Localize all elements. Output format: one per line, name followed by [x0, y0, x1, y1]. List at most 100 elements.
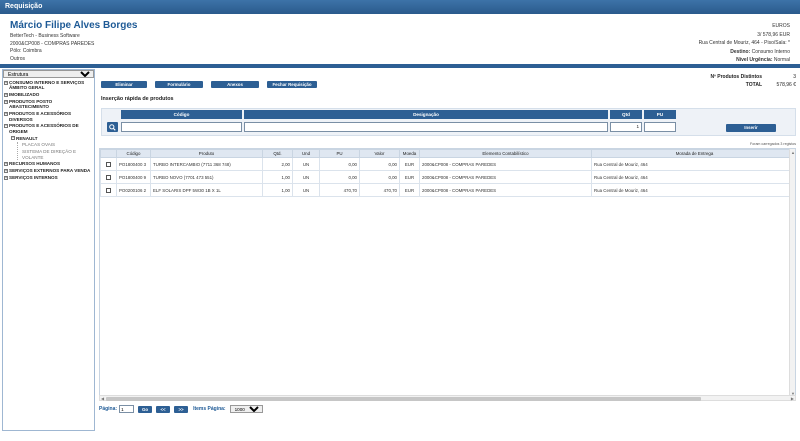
col-morada[interactable]: Morada de Entrega	[591, 149, 795, 158]
destination: Destino: Consumo Interno	[730, 48, 790, 55]
designation-input[interactable]	[244, 122, 608, 132]
col-moeda[interactable]: Moeda	[399, 149, 420, 158]
col-pu[interactable]: PU	[319, 149, 360, 158]
search-icon	[109, 123, 116, 131]
row-morada: Rua Central de Mouriz, 464	[591, 157, 795, 171]
close-requisition-button[interactable]: Fechar Requisição	[267, 81, 317, 88]
distinct-products-label: Nº Produtos Distintos	[710, 74, 762, 80]
table-row[interactable]: PO0200106 2 ELF SOLARIS DPF 5W30 1B X 1L…	[100, 183, 795, 197]
insert-button[interactable]: Inserir	[726, 124, 776, 132]
tree-item-recursos-humanos[interactable]: + RECURSOS HUMANOS	[4, 161, 93, 166]
col-product[interactable]: Produto	[150, 149, 263, 158]
grid-horizontal-scrollbar[interactable]: ◀ ▶	[99, 395, 796, 401]
row-product: ELF SOLARIS DPF 5W30 1B X 1L	[150, 183, 263, 197]
delete-button[interactable]: Eliminar	[101, 81, 147, 88]
page-input[interactable]	[119, 405, 135, 413]
row-product: TURBO INTERCAMBIO (7711 368 748)	[150, 157, 263, 171]
row-valor: 0,00	[359, 170, 400, 184]
items-per-page-select[interactable]: 1000	[229, 405, 263, 413]
pu-header: PU	[644, 110, 676, 119]
row-checkbox[interactable]	[106, 187, 111, 193]
row-checkbox[interactable]	[106, 174, 111, 180]
row-checkbox[interactable]	[106, 161, 111, 167]
page-label: Página:	[99, 406, 118, 412]
designation-header: Designação	[244, 110, 608, 119]
next-page-button[interactable]: >>	[174, 405, 189, 413]
row-code: PO1800400 3	[116, 157, 151, 171]
qty-input[interactable]: 1	[610, 122, 642, 132]
qty-header: Qtd	[610, 110, 642, 119]
table-row[interactable]: PO1800400 3 TURBO INTERCAMBIO (7711 368 …	[100, 157, 795, 171]
collapse-icon[interactable]: −	[11, 136, 15, 141]
delivery-address: Rua Central de Mouriz, 464 - Piso/Sala: …	[698, 40, 790, 46]
tree-item-sistema-direcao[interactable]: SISTEMA DE DIREÇÃO E VOLANTE	[17, 149, 93, 161]
row-unit: UN	[292, 170, 320, 184]
expand-icon[interactable]: +	[4, 80, 8, 85]
expand-icon[interactable]: +	[4, 175, 8, 180]
app-title-bar: Requisição	[0, 0, 800, 14]
pole: Pólo: Coimbra	[10, 48, 42, 54]
row-pu: 0,00	[319, 170, 360, 184]
records-loaded-text: Foram carregados 3 registos	[750, 142, 796, 146]
grid-vertical-scrollbar[interactable]: ▲ ▼	[789, 149, 795, 395]
form-button[interactable]: Formulário	[155, 81, 203, 88]
quick-insert-title: Inserção rápida de produtos	[101, 96, 174, 102]
expand-icon[interactable]: +	[4, 161, 8, 166]
cost-center: 2000&CP008 - COMPRAS PAREDES	[10, 40, 95, 47]
attachments-button[interactable]: Anexos	[211, 81, 259, 88]
tree-item-imobilizado[interactable]: + IMOBILIZADO	[4, 92, 93, 97]
scrollbar-thumb[interactable]	[106, 397, 701, 401]
col-unit[interactable]: Und	[292, 149, 320, 158]
col-code[interactable]: Código	[116, 149, 151, 158]
main-content: Eliminar Formulário Anexos Fechar Requis…	[97, 69, 800, 441]
tree-item-posto-abastecimento[interactable]: + PRODUTOS POSTO ABASTECIMENTO	[4, 99, 93, 110]
expand-icon[interactable]: +	[4, 92, 8, 97]
collapse-icon[interactable]: −	[4, 123, 8, 128]
tree-item-acessorios-diversos[interactable]: + PRODUTOS E ACESSÓRIOS DIVERSOS	[4, 111, 93, 122]
go-button[interactable]: Go	[138, 405, 153, 413]
row-morada: Rua Central de Mouriz, 464	[591, 170, 795, 184]
col-elemento[interactable]: Elemento Contabilístico	[419, 149, 592, 158]
tree-item-consumo-interno[interactable]: + CONSUMO INTERNO E SERVIÇOS ÂMBITO GERAL	[4, 80, 93, 91]
table-row[interactable]: PO1800400 9 TURBO NOVO (7701 473 551) 1,…	[100, 170, 795, 184]
row-unit: UN	[292, 183, 320, 197]
prev-page-button[interactable]: <<	[156, 405, 171, 413]
tree-item-renault[interactable]: − RENAULT	[4, 136, 93, 141]
row-morada: Rua Central de Mouriz, 464	[591, 183, 795, 197]
row-elemento: 2000&CP008 - COMPRAS PAREDES	[419, 170, 592, 184]
header-total: 3/ 578,96 EUR	[757, 31, 790, 38]
table-header-row: Código Produto Qtd. Und PU Valor Moeda E…	[100, 149, 795, 158]
tree-item-placas-ovais[interactable]: PLACAS OVAIS	[17, 142, 93, 148]
col-valor[interactable]: Valor	[359, 149, 400, 158]
row-code: PO1800400 9	[116, 170, 151, 184]
code-input[interactable]	[121, 122, 242, 132]
total-label: TOTAL	[745, 82, 762, 88]
category-tree: + CONSUMO INTERNO E SERVIÇOS ÂMBITO GERAL…	[3, 78, 94, 184]
category-sidebar: Estrutura + CONSUMO INTERNO E SERVIÇOS ÂM…	[2, 69, 95, 431]
expand-icon[interactable]: +	[4, 99, 8, 104]
other-info: Outros	[10, 55, 26, 62]
tree-item-servicos-externos[interactable]: + SERVIÇOS EXTERNOS PARA VENDA	[4, 168, 93, 173]
structure-dropdown[interactable]: Estrutura	[3, 70, 94, 78]
tree-item-servicos-internos[interactable]: + SERVIÇOS INTERNOS	[4, 175, 93, 180]
row-pu: 0,00	[319, 157, 360, 171]
row-moeda: EUR	[399, 183, 420, 197]
pu-input[interactable]	[644, 122, 676, 132]
col-select	[100, 149, 117, 158]
scroll-left-icon[interactable]: ◀	[101, 396, 104, 401]
pagination: Página: Go << >> Items Página: 1000	[99, 405, 263, 413]
search-button[interactable]	[107, 122, 118, 132]
tree-item-acessorios-origem[interactable]: − PRODUTOS E ACESSÓRIOS DE ORIGEM	[4, 123, 93, 134]
requisition-summary: EUROS 3/ 578,96 EUR Rua Central de Mouri…	[699, 22, 790, 65]
expand-icon[interactable]: +	[4, 168, 8, 173]
expand-icon[interactable]: +	[4, 111, 8, 116]
row-code: PO0200106 2	[116, 183, 151, 197]
requester-info: Márcio Filipe Alves Borges BetterTech - …	[10, 20, 137, 63]
row-qty: 1,00	[262, 183, 293, 197]
company-name: BetterTech - Business Software	[10, 33, 80, 39]
col-qty[interactable]: Qtd.	[262, 149, 293, 158]
scroll-right-icon[interactable]: ▶	[791, 396, 794, 401]
app-title: Requisição	[5, 3, 43, 10]
scroll-up-icon[interactable]: ▲	[791, 150, 795, 155]
products-grid: Código Produto Qtd. Und PU Valor Moeda E…	[99, 148, 796, 396]
